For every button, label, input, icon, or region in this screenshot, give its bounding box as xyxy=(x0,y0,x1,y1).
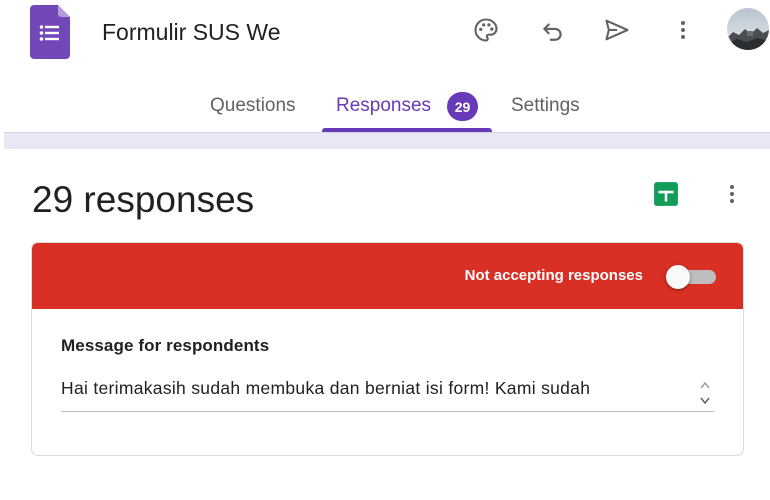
avatar[interactable] xyxy=(727,8,769,50)
app-header: Formulir SUS We Questions Responses 29 S… xyxy=(0,0,770,132)
forms-logo-icon[interactable] xyxy=(30,5,70,59)
scroll-spinner-icon[interactable] xyxy=(696,377,714,409)
responses-card: Not accepting responses Message for resp… xyxy=(31,242,744,456)
form-title[interactable]: Formulir SUS We xyxy=(102,19,281,46)
toggle-thumb xyxy=(666,265,690,289)
form-color-band xyxy=(4,132,770,149)
tab-settings[interactable]: Settings xyxy=(511,86,580,132)
tab-responses-label: Responses xyxy=(336,95,432,116)
accepting-responses-toggle[interactable] xyxy=(664,265,718,289)
tab-questions-label: Questions xyxy=(210,95,296,116)
undo-icon[interactable] xyxy=(531,10,575,50)
message-text: Hai terimakasih sudah membuka dan bernia… xyxy=(61,378,591,398)
tab-questions[interactable]: Questions xyxy=(210,86,296,132)
tab-bar: Questions Responses 29 Settings xyxy=(0,86,770,132)
message-textarea[interactable]: Hai terimakasih sudah membuka dan bernia… xyxy=(61,373,714,412)
tab-settings-label: Settings xyxy=(511,95,580,116)
tab-responses[interactable]: Responses 29 xyxy=(336,86,479,132)
palette-icon[interactable] xyxy=(464,10,508,50)
sheets-icon[interactable] xyxy=(648,176,684,212)
accepting-status-label: Not accepting responses xyxy=(464,267,643,284)
more-vert-icon[interactable] xyxy=(661,10,705,50)
responses-count-title: 29 responses xyxy=(32,179,255,220)
status-banner: Not accepting responses xyxy=(32,243,743,309)
responses-count-badge: 29 xyxy=(447,92,479,121)
message-label: Message for respondents xyxy=(61,336,270,355)
send-icon[interactable] xyxy=(595,10,639,50)
responses-more-icon[interactable] xyxy=(714,176,750,212)
